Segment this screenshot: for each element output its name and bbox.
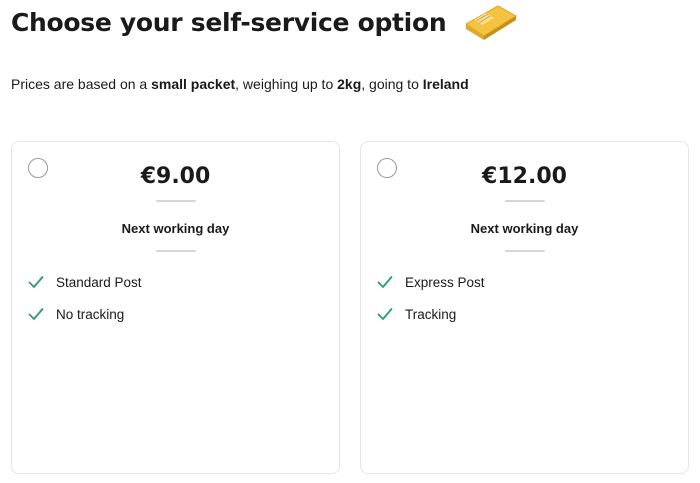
delivery-time: Next working day [121, 221, 230, 236]
pricing-note-text: , going to [361, 76, 423, 92]
packet-size: small packet [151, 76, 236, 92]
feature-list: Standard Post No tracking [28, 272, 142, 336]
feature-label: No tracking [56, 306, 125, 322]
option-card-express[interactable]: €12.00 Next working day Express Post Tra… [360, 141, 689, 474]
divider [155, 200, 196, 202]
header: Choose your self-service option [11, 2, 520, 42]
check-icon [28, 308, 44, 320]
feature-label: Express Post [405, 274, 485, 290]
feature-item: Standard Post [28, 272, 142, 292]
pricing-note: Prices are based on a small packet, weig… [11, 76, 469, 92]
destination: Ireland [422, 76, 469, 92]
option-price: €9.00 [140, 164, 211, 189]
divider [504, 250, 545, 252]
feature-item: No tracking [28, 304, 142, 324]
option-card-standard[interactable]: €9.00 Next working day Standard Post No … [11, 141, 340, 474]
feature-item: Tracking [377, 304, 485, 324]
divider [155, 250, 196, 252]
divider [504, 200, 545, 202]
check-icon [377, 276, 393, 288]
feature-label: Tracking [405, 306, 457, 322]
feature-list: Express Post Tracking [377, 272, 485, 336]
feature-item: Express Post [377, 272, 485, 292]
pricing-note-text: Prices are based on a [11, 76, 152, 92]
pricing-note-text: , weighing up to [235, 76, 338, 92]
delivery-time: Next working day [470, 221, 579, 236]
page-title: Choose your self-service option [11, 7, 447, 37]
option-price: €12.00 [482, 164, 567, 189]
parcel-icon [465, 5, 518, 40]
check-icon [28, 276, 44, 288]
feature-label: Standard Post [56, 274, 142, 290]
check-icon [377, 308, 393, 320]
packet-weight: 2kg [337, 76, 362, 92]
